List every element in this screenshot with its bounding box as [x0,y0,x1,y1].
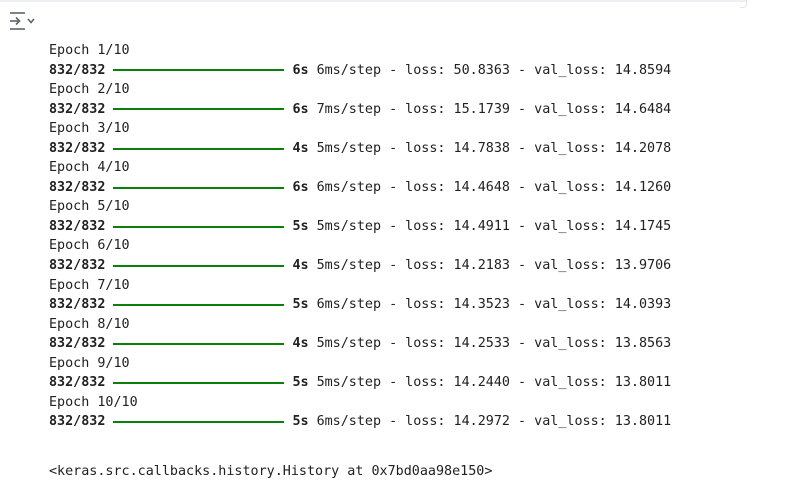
loss-metrics: - loss: 14.2183 - val_loss: 13.9706 [389,258,672,274]
step-count: 832/832 [49,297,106,313]
epoch-progress-line: 832/832 5s 6ms/step - loss: 14.2972 - val_l… [49,412,671,432]
step-count: 832/832 [49,414,106,430]
progress-bar [113,108,285,111]
per-step-time: 6ms/step [316,62,382,78]
loss-metrics: - loss: 14.4911 - val_loss: 14.1745 [389,218,672,234]
epoch-time: 5s [292,414,309,430]
per-step-time: 5ms/step [316,140,382,156]
progress-bar [113,69,285,72]
epoch-header: Epoch 4/10 [49,160,130,176]
epoch-header: Epoch 10/10 [49,394,138,410]
epoch-time: 5s [292,297,309,313]
per-step-time: 6ms/step [316,297,382,313]
per-step-time: 6ms/step [316,179,382,195]
epoch-progress-line: 832/832 6s 6ms/step - loss: 50.8363 - val_l… [49,61,671,81]
epoch-progress-line: 832/832 6s 7ms/step - loss: 15.1739 - val_l… [49,100,671,120]
per-step-time: 7ms/step [316,101,382,117]
loss-metrics: - loss: 50.8363 - val_loss: 14.8594 [389,62,672,78]
epoch-progress-line: 832/832 5s 5ms/step - loss: 14.2440 - val_l… [49,373,671,393]
step-count: 832/832 [49,140,106,156]
epoch-time: 6s [292,62,309,78]
per-step-time: 6ms/step [316,414,382,430]
loss-metrics: - loss: 14.2972 - val_loss: 13.8011 [389,414,672,430]
epoch-header: Epoch 5/10 [49,199,130,215]
progress-bar [113,421,285,424]
epoch-time: 5s [292,375,309,391]
step-count: 832/832 [49,218,106,234]
progress-bar [113,264,285,267]
step-count: 832/832 [49,179,106,195]
output-actions-icon[interactable] [8,10,36,34]
cell-top-border [0,0,746,2]
step-count: 832/832 [49,62,106,78]
epoch-progress-line: 832/832 4s 5ms/step - loss: 14.2183 - val_l… [49,256,671,276]
progress-bar [113,303,285,306]
result-repr: <keras.src.callbacks.history.History at … [49,463,493,479]
step-count: 832/832 [49,336,106,352]
loss-metrics: - loss: 14.2533 - val_loss: 13.8563 [389,336,672,352]
step-count: 832/832 [49,375,106,391]
epoch-header: Epoch 8/10 [49,316,130,332]
progress-bar [113,342,285,345]
cell-top-border-corner [740,0,747,8]
loss-metrics: - loss: 14.7838 - val_loss: 14.2078 [389,140,672,156]
epoch-time: 4s [292,140,309,156]
loss-metrics: - loss: 15.1739 - val_loss: 14.6484 [389,101,672,117]
epoch-log: Epoch 1/10 832/832 6s 6ms/step - loss: 50.83… [49,41,671,432]
epoch-progress-line: 832/832 5s 6ms/step - loss: 14.3523 - val_l… [49,295,671,315]
epoch-progress-line: 832/832 4s 5ms/step - loss: 14.2533 - val_l… [49,334,671,354]
epoch-header: Epoch 9/10 [49,355,130,371]
epoch-header: Epoch 3/10 [49,121,130,137]
progress-bar [113,225,285,228]
epoch-header: Epoch 6/10 [49,238,130,254]
epoch-header: Epoch 7/10 [49,277,130,293]
per-step-time: 5ms/step [316,375,382,391]
epoch-header: Epoch 2/10 [49,82,130,98]
progress-bar [113,382,285,385]
epoch-time: 6s [292,179,309,195]
epoch-time: 4s [292,258,309,274]
epoch-progress-line: 832/832 6s 6ms/step - loss: 14.4648 - val_l… [49,178,671,198]
step-count: 832/832 [49,101,106,117]
epoch-time: 5s [292,218,309,234]
per-step-time: 5ms/step [316,218,382,234]
loss-metrics: - loss: 14.2440 - val_loss: 13.8011 [389,375,672,391]
epoch-time: 4s [292,336,309,352]
loss-metrics: - loss: 14.3523 - val_loss: 14.0393 [389,297,672,313]
step-count: 832/832 [49,258,106,274]
epoch-time: 6s [292,101,309,117]
epoch-progress-line: 832/832 5s 5ms/step - loss: 14.4911 - val_l… [49,217,671,237]
epoch-header: Epoch 1/10 [49,43,130,58]
epoch-progress-line: 832/832 4s 5ms/step - loss: 14.7838 - val_l… [49,139,671,159]
loss-metrics: - loss: 14.4648 - val_loss: 14.1260 [389,179,672,195]
progress-bar [113,147,285,150]
cell-output: Epoch 1/10 832/832 6s 6ms/step - loss: 50.83… [49,11,671,496]
per-step-time: 5ms/step [316,258,382,274]
per-step-time: 5ms/step [316,336,382,352]
progress-bar [113,186,285,189]
